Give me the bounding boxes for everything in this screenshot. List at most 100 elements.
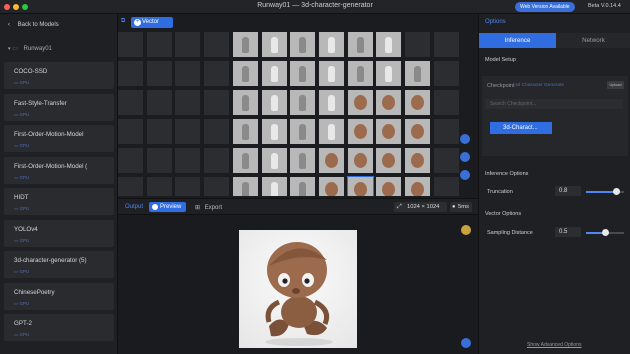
grid-empty-cell[interactable] [118, 90, 143, 115]
grid-image-thumbnail[interactable] [376, 119, 402, 144]
grid-expand-icon[interactable] [460, 134, 470, 144]
grid-empty-cell[interactable] [204, 32, 230, 57]
grid-image-thumbnail[interactable] [261, 32, 287, 57]
grid-refresh-icon[interactable] [460, 170, 470, 180]
grid-empty-cell[interactable] [204, 148, 230, 173]
grid-empty-cell[interactable] [433, 61, 459, 86]
grid-empty-cell[interactable] [175, 32, 201, 57]
grid-image-thumbnail[interactable] [232, 177, 258, 196]
grid-empty-cell[interactable] [118, 177, 143, 196]
grid-image-thumbnail[interactable] [232, 90, 258, 115]
grid-empty-cell[interactable] [146, 177, 172, 196]
grid-image-thumbnail[interactable] [232, 148, 258, 173]
preview-button[interactable]: Preview [149, 202, 186, 212]
export-button[interactable]: ⊞ Export [195, 204, 222, 211]
model-list-item[interactable]: First-Order-Motion-Model ▭ GPU [4, 125, 114, 152]
grid-empty-cell[interactable] [204, 61, 230, 86]
grid-image-thumbnail[interactable] [290, 119, 316, 144]
web-version-badge[interactable]: Web Version Available [515, 2, 575, 12]
sampling-distance-input[interactable]: 0.5 [555, 227, 581, 237]
workspace-row[interactable]: ▾ ▭ Runway01 [8, 45, 52, 52]
grid-download-icon[interactable] [460, 152, 470, 162]
grid-empty-cell[interactable] [204, 177, 230, 196]
model-list-item[interactable]: COCO-SSD ▭ GPU [4, 62, 114, 89]
model-list-item[interactable]: HIDT ▭ GPU [4, 188, 114, 215]
grid-image-thumbnail[interactable] [290, 32, 316, 57]
grid-image-thumbnail[interactable] [232, 61, 258, 86]
layers-icon[interactable]: ⧉ [121, 18, 125, 25]
grid-empty-cell[interactable] [175, 177, 201, 196]
checkpoint-value[interactable]: 3d Character Generate [515, 83, 564, 88]
sampling-slider-handle[interactable] [602, 229, 609, 236]
model-list-item[interactable]: ChinesePoetry ▭ GPU [4, 282, 114, 310]
grid-empty-cell[interactable] [433, 148, 459, 173]
grid-image-thumbnail[interactable] [405, 177, 430, 196]
grid-image-thumbnail[interactable] [318, 32, 344, 57]
grid-image-thumbnail[interactable] [290, 148, 316, 173]
latent-grid[interactable] [118, 32, 478, 196]
grid-image-thumbnail[interactable] [347, 32, 373, 57]
upload-button[interactable]: Upload [607, 81, 624, 89]
grid-image-thumbnail[interactable] [232, 119, 258, 144]
grid-image-thumbnail[interactable] [376, 61, 402, 86]
grid-image-thumbnail[interactable] [318, 177, 344, 196]
grid-image-thumbnail[interactable] [261, 119, 287, 144]
model-list-item[interactable]: First-Order-Motion-Model (▭ GPU [4, 156, 114, 184]
grid-image-thumbnail[interactable] [347, 90, 373, 115]
grid-empty-cell[interactable] [146, 119, 172, 144]
grid-image-thumbnail[interactable] [405, 61, 430, 86]
grid-image-thumbnail[interactable] [376, 177, 402, 196]
truncation-slider[interactable] [586, 188, 624, 195]
grid-empty-cell[interactable] [204, 119, 230, 144]
grid-image-thumbnail[interactable] [261, 148, 287, 173]
output-size[interactable]: ⤢ 1024 × 1024 [394, 202, 447, 212]
tab-inference[interactable]: Inference [479, 33, 556, 48]
grid-image-thumbnail[interactable] [290, 61, 316, 86]
grid-empty-cell[interactable] [118, 32, 143, 57]
grid-empty-cell[interactable] [405, 32, 430, 57]
grid-empty-cell[interactable] [204, 90, 230, 115]
model-list-item[interactable]: 3d-character-generator (5) ▭ GPU [4, 251, 114, 278]
grid-image-thumbnail[interactable] [318, 119, 344, 144]
grid-image-thumbnail[interactable] [405, 119, 430, 144]
checkpoint-search-input[interactable]: Search Checkpoint... [485, 99, 623, 109]
tab-network[interactable]: Network [556, 33, 630, 48]
grid-image-thumbnail[interactable] [347, 148, 373, 173]
truncation-input[interactable]: 0.8 [555, 186, 581, 196]
grid-image-thumbnail[interactable] [318, 90, 344, 115]
grid-image-thumbnail[interactable] [318, 61, 344, 86]
grid-empty-cell[interactable] [433, 177, 459, 196]
grid-empty-cell[interactable] [146, 148, 172, 173]
grid-empty-cell[interactable] [146, 61, 172, 86]
grid-image-thumbnail[interactable] [376, 32, 402, 57]
grid-empty-cell[interactable] [146, 32, 172, 57]
settings-icon[interactable] [461, 225, 471, 235]
grid-empty-cell[interactable] [175, 90, 201, 115]
grid-image-thumbnail[interactable] [376, 148, 402, 173]
grid-image-thumbnail[interactable] [376, 90, 402, 115]
grid-empty-cell[interactable] [433, 32, 459, 57]
grid-empty-cell[interactable] [175, 61, 201, 86]
grid-image-thumbnail[interactable] [290, 90, 316, 115]
grid-image-thumbnail[interactable] [346, 176, 374, 196]
grid-image-thumbnail[interactable] [347, 61, 373, 86]
grid-image-thumbnail[interactable] [261, 61, 287, 86]
grid-image-thumbnail[interactable] [261, 90, 287, 115]
show-advanced-options-link[interactable]: Show Advanced Options [527, 342, 581, 348]
download-icon[interactable] [461, 338, 471, 348]
grid-image-thumbnail[interactable] [261, 177, 287, 196]
grid-empty-cell[interactable] [433, 90, 459, 115]
grid-image-thumbnail[interactable] [290, 177, 316, 196]
grid-empty-cell[interactable] [118, 61, 143, 86]
grid-empty-cell[interactable] [118, 148, 143, 173]
sampling-distance-slider[interactable] [586, 229, 624, 236]
grid-image-thumbnail[interactable] [318, 148, 344, 173]
grid-empty-cell[interactable] [175, 148, 201, 173]
grid-empty-cell[interactable] [118, 119, 143, 144]
model-list-item[interactable]: GPT-2 ▭ GPU [4, 314, 114, 341]
grid-empty-cell[interactable] [433, 119, 459, 144]
grid-empty-cell[interactable] [175, 119, 201, 144]
model-list-item[interactable]: Fast-Style-Transfer ▭ GPU [4, 93, 114, 121]
grid-image-thumbnail[interactable] [405, 148, 430, 173]
grid-image-thumbnail[interactable] [232, 32, 258, 57]
